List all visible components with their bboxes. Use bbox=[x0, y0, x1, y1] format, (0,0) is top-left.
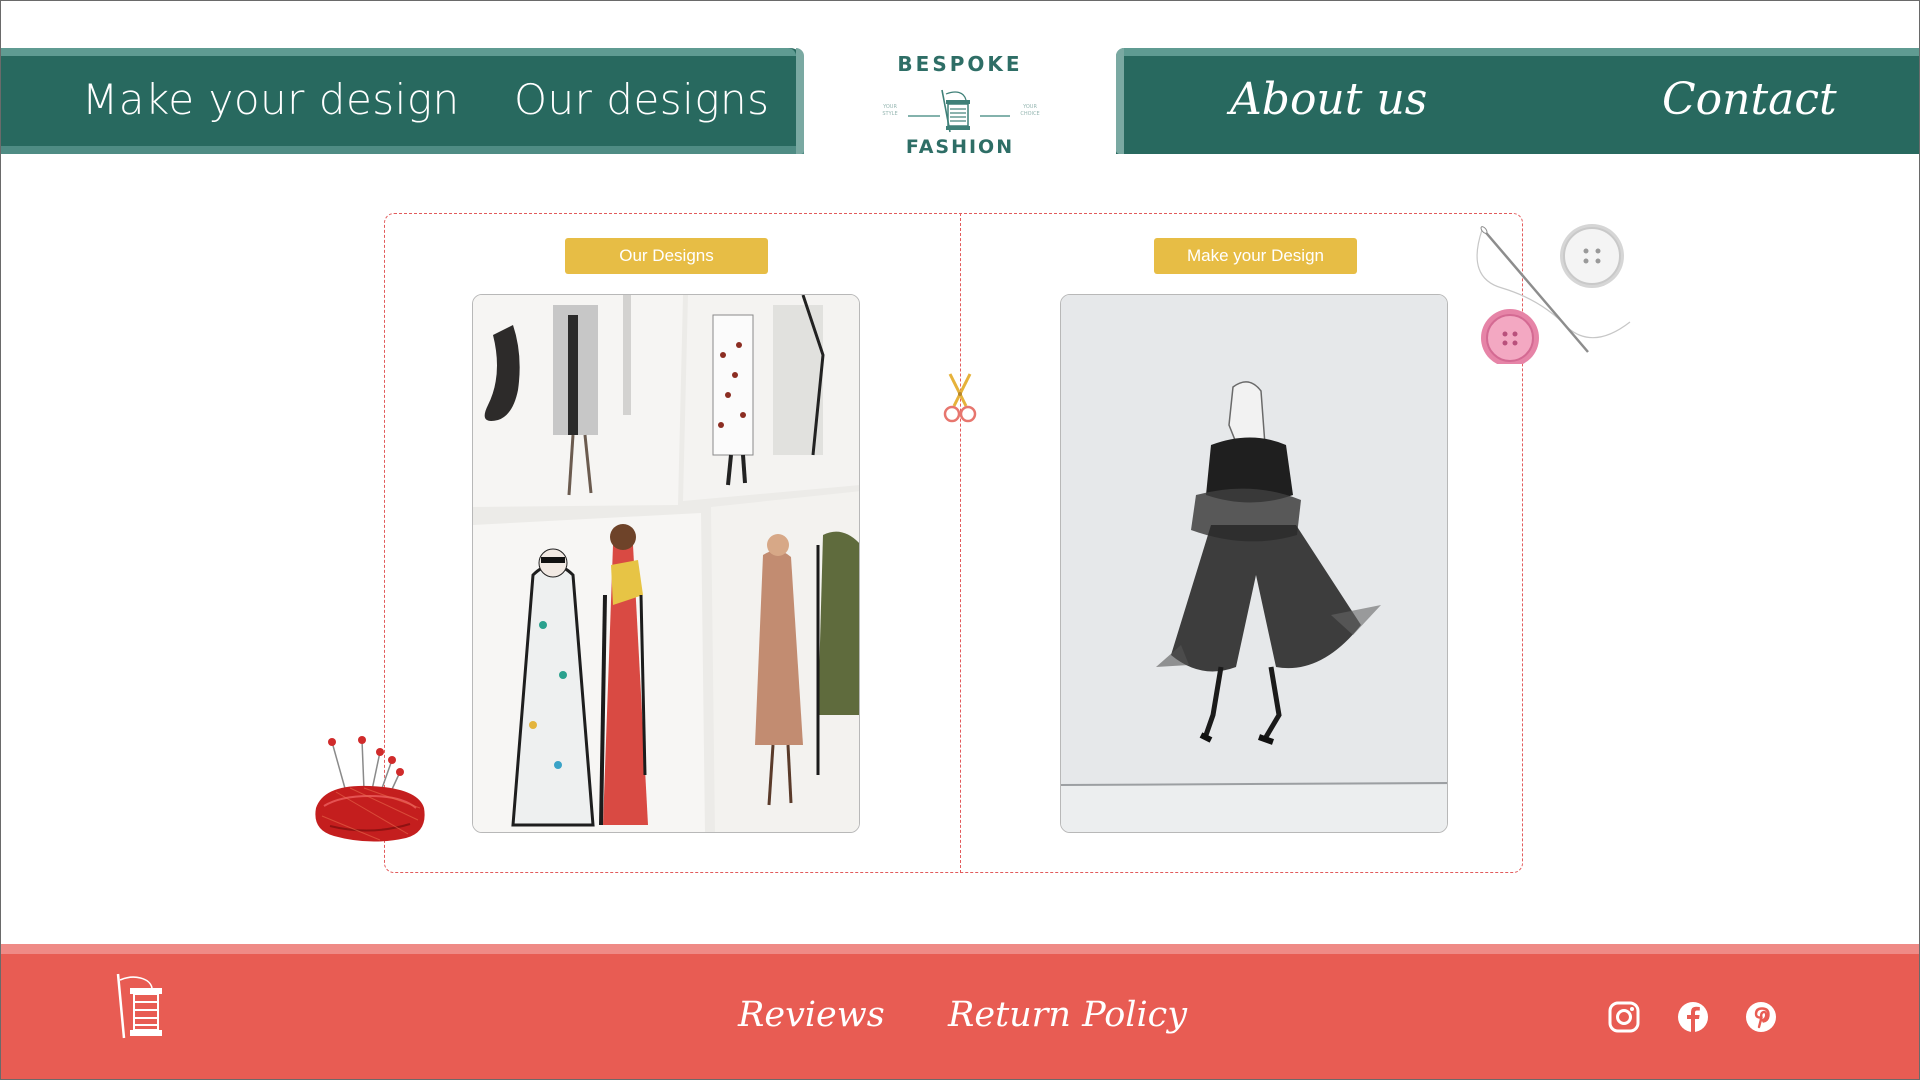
nav-our-designs[interactable]: Our designs bbox=[514, 70, 770, 130]
facebook-icon[interactable] bbox=[1676, 1000, 1710, 1034]
our-designs-photo[interactable] bbox=[472, 294, 860, 833]
nav-about-us[interactable]: About us bbox=[1230, 70, 1427, 130]
instagram-icon[interactable] bbox=[1607, 1000, 1641, 1034]
spool-needle-icon bbox=[116, 973, 162, 1039]
footer-return-policy-link[interactable]: Return Policy bbox=[948, 990, 1187, 1040]
needle-and-buttons-icon bbox=[1476, 224, 1631, 364]
footer-accent-line bbox=[0, 944, 1920, 954]
pinterest-icon[interactable] bbox=[1744, 1000, 1778, 1034]
nav-contact[interactable]: Contact bbox=[1662, 70, 1837, 130]
scissors-icon bbox=[943, 373, 977, 423]
make-your-design-photo[interactable] bbox=[1060, 294, 1448, 833]
pincushion-icon bbox=[315, 736, 425, 842]
thread-spool-needle-icon bbox=[908, 89, 1010, 133]
logo-left-text: YOUR STYLE bbox=[882, 104, 898, 117]
brand-logo[interactable]: BESPOKE YOUR STYLE YOUR CHOICE FASHION bbox=[876, 48, 1044, 166]
fashion-sketches-image bbox=[473, 295, 859, 832]
logo-right-text: YOUR CHOICE bbox=[1020, 104, 1040, 117]
make-your-design-button[interactable]: Make your Design bbox=[1154, 238, 1357, 274]
logo-bottom-text: FASHION bbox=[905, 136, 1015, 158]
our-designs-button[interactable]: Our Designs bbox=[565, 238, 768, 274]
nav-make-your-design[interactable]: Make your design bbox=[82, 70, 460, 130]
footer-reviews-link[interactable]: Reviews bbox=[738, 990, 885, 1040]
logo-top-text: BESPOKE bbox=[897, 52, 1023, 76]
dashed-divider bbox=[960, 213, 961, 873]
ink-sketch-image bbox=[1061, 295, 1447, 832]
